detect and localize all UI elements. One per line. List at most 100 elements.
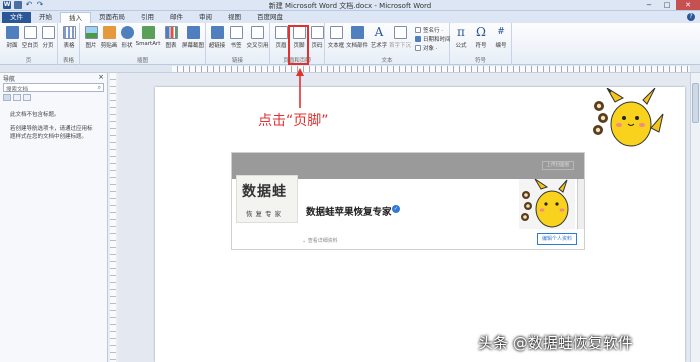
- hyperlink-icon: [210, 26, 224, 39]
- tab-references[interactable]: 引用: [133, 12, 162, 23]
- nav-pane-header: 导航 ×: [0, 73, 107, 83]
- watermark-text: 头条 @数据蛙恢复软件: [478, 334, 633, 352]
- help-icon[interactable]: ?: [687, 13, 695, 21]
- quick-parts-icon: [350, 26, 364, 39]
- numbering-button[interactable]: # 编号: [490, 26, 512, 49]
- annotation-arrow: [296, 68, 304, 108]
- table-button[interactable]: 表格: [58, 26, 80, 49]
- page-break-button[interactable]: 分页: [37, 26, 59, 49]
- nav-pages-tab[interactable]: [13, 94, 21, 101]
- maximize-button[interactable]: □: [658, 0, 676, 10]
- window-title: 新建 Microsoft Word 文档.docx - Microsoft Wo…: [268, 2, 432, 10]
- group-symbols: π 公式 Ω 符号 # 编号 符号: [450, 23, 512, 65]
- tab-page-layout[interactable]: 页面布局: [91, 12, 133, 23]
- page-break-icon: [41, 26, 55, 39]
- cross-reference-button[interactable]: 交叉引用: [245, 26, 270, 49]
- screenshot-button[interactable]: 屏幕截图: [180, 26, 206, 49]
- upload-cover-button[interactable]: 上传封面图: [541, 161, 574, 170]
- avatar-subtitle: 恢复专家: [246, 210, 284, 218]
- tab-home[interactable]: 开始: [31, 12, 60, 23]
- bookmark-icon: [229, 26, 243, 39]
- group-label: 表格: [62, 58, 74, 64]
- header-icon: [274, 26, 288, 39]
- tab-insert[interactable]: 插入: [60, 12, 91, 23]
- quick-parts-button[interactable]: 文档部件: [345, 26, 369, 49]
- object-icon: [415, 45, 421, 51]
- verified-badge-icon: ✓: [392, 205, 400, 213]
- chart-icon: [164, 26, 178, 39]
- group-text: 文本框 文档部件 A 艺术字 首字下沉 签名行 · 日期和时间 对象 · 文本: [325, 23, 451, 65]
- group-label: 符号: [474, 58, 486, 64]
- numbering-icon: #: [497, 27, 505, 37]
- nav-message-no-headings: 此文档不包含标题。: [10, 112, 60, 118]
- signature-line-button[interactable]: 签名行 ·: [415, 26, 443, 34]
- text-box-icon: [329, 26, 343, 39]
- minimize-button[interactable]: −: [640, 0, 658, 10]
- tab-file[interactable]: 文件: [2, 12, 31, 23]
- group-tables: 表格 表格: [58, 23, 80, 65]
- group-links: 超链接 书签 交叉引用 链接: [206, 23, 270, 65]
- date-time-button[interactable]: 日期和时间: [415, 35, 451, 43]
- group-label: 插图: [136, 58, 148, 64]
- clipart-icon: [102, 26, 116, 39]
- nav-pane-message: 此文档不包含标题。 若创建导航选项卡，请通过应用标题样式在您的文档中创建标题。: [10, 111, 97, 141]
- edit-profile-button[interactable]: 编辑个人资料: [537, 233, 578, 245]
- date-time-icon: [415, 36, 421, 42]
- page-number-icon: [310, 26, 324, 39]
- annotation-text: 点击“页脚”: [258, 113, 329, 129]
- object-button[interactable]: 对象 ·: [415, 44, 438, 52]
- profile-name: 数据蛙苹果恢复专家: [306, 207, 392, 218]
- drop-cap-icon: [393, 26, 407, 39]
- smartart-icon: [141, 26, 155, 39]
- drop-cap-button[interactable]: 首字下沉: [388, 26, 412, 49]
- search-icon[interactable]: ⌕: [98, 84, 101, 92]
- tab-mailings[interactable]: 邮件: [162, 12, 191, 23]
- nav-headings-tab[interactable]: [3, 94, 11, 101]
- group-illustrations: 图片 剪贴画 形状 SmartArt 图表 屏幕截图 插图: [80, 23, 206, 65]
- equation-button[interactable]: π 公式: [450, 25, 472, 50]
- cover-page-icon: [5, 26, 19, 39]
- profile-avatar: 数据蛙 恢复专家: [236, 175, 298, 223]
- nav-view-tabs: [3, 94, 104, 101]
- text-box-button[interactable]: 文本框: [325, 26, 347, 49]
- scrollbar-thumb[interactable]: [692, 83, 699, 123]
- window-controls: − □ ✕: [640, 0, 700, 10]
- ribbon: 封面 空白页 分页 页 表格 表格 图片 剪贴画 形状 SmartArt 图表 …: [0, 23, 700, 65]
- profile-scrollbar: [577, 179, 584, 229]
- avatar-title: 数据蛙: [242, 184, 287, 200]
- tab-review[interactable]: 审阅: [191, 12, 220, 23]
- wordart-button[interactable]: A 艺术字: [368, 25, 390, 50]
- pikachu-side-image: [519, 179, 575, 229]
- nav-message-hint: 若创建导航选项卡，请通过应用标题样式在您的文档中创建标题。: [10, 126, 93, 140]
- nav-search-input[interactable]: 搜索文档 ⌕: [3, 83, 104, 93]
- screenshot-icon: [186, 26, 200, 39]
- vertical-scrollbar[interactable]: [690, 73, 700, 362]
- group-label: 页: [25, 58, 32, 64]
- pi-icon: π: [457, 25, 465, 39]
- group-pages: 封面 空白页 分页 页: [0, 23, 58, 65]
- view-details-link[interactable]: ⌄ 查看详细资料: [302, 237, 338, 244]
- profile-card-image: 上传封面图 数据蛙 恢复专家 数据蛙苹果恢复专家 ✓ ⌄ 查看详细资料 编辑个人…: [231, 152, 585, 250]
- table-icon: [62, 26, 76, 39]
- navigation-pane: 导航 × 搜索文档 ⌕ 此文档不包含标题。 若创建导航选项卡，请通过应用标题样式…: [0, 73, 108, 362]
- nav-pane-close-icon[interactable]: ×: [98, 73, 104, 81]
- wordart-icon: A: [374, 25, 384, 39]
- chart-button[interactable]: 图表: [160, 26, 182, 49]
- vertical-ruler[interactable]: [110, 73, 116, 362]
- pikachu-sticker-image: [593, 88, 664, 147]
- nav-results-tab[interactable]: [23, 94, 31, 101]
- ribbon-tabs: 文件 开始 插入 页面布局 引用 邮件 审阅 视图 百度网盘 ?: [0, 11, 700, 23]
- group-label: 文本: [381, 58, 393, 64]
- picture-icon: [84, 26, 98, 39]
- horizontal-ruler[interactable]: [172, 66, 690, 72]
- shapes-icon: [120, 26, 134, 39]
- tab-view[interactable]: 视图: [220, 12, 249, 23]
- blank-page-icon: [23, 26, 37, 39]
- cross-reference-icon: [251, 26, 264, 39]
- close-button[interactable]: ✕: [676, 0, 700, 10]
- bookmark-button[interactable]: 书签: [225, 26, 247, 49]
- nav-pane-title: 导航: [3, 76, 16, 83]
- tab-baidu-netdisk[interactable]: 百度网盘: [249, 12, 291, 23]
- smartart-button[interactable]: SmartArt: [135, 26, 161, 47]
- symbol-button[interactable]: Ω 符号: [470, 26, 492, 50]
